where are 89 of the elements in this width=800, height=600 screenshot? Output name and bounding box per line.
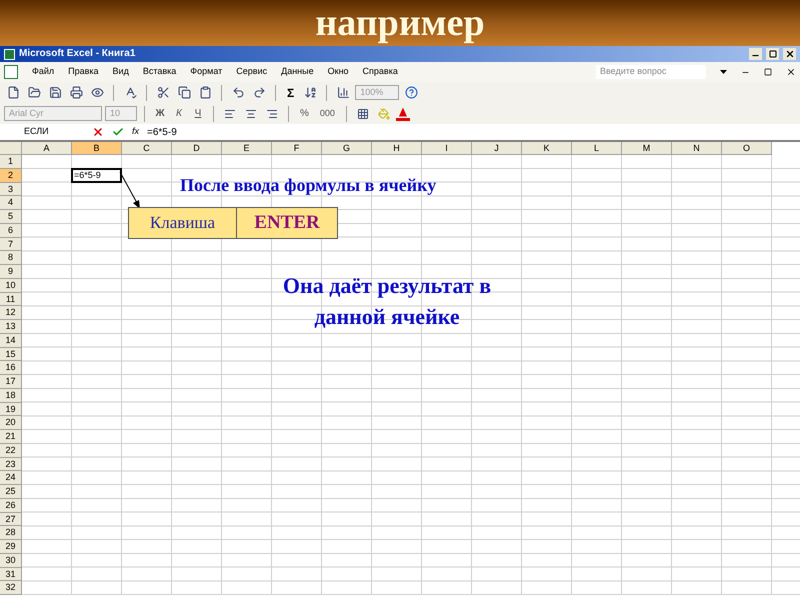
row-header[interactable]: 31 (0, 568, 22, 582)
window-title: Microsoft Excel - Книга1 (19, 49, 136, 59)
row-header[interactable]: 16 (0, 361, 22, 375)
row-header[interactable]: 2 (0, 168, 22, 182)
row-header[interactable]: 12 (0, 306, 22, 320)
row-header[interactable]: 23 (0, 458, 22, 472)
help-field[interactable]: Введите вопрос (596, 65, 706, 79)
column-header[interactable]: K (522, 142, 572, 155)
row-header[interactable]: 7 (0, 238, 22, 252)
enter-icon (112, 126, 124, 138)
row-header[interactable]: 32 (0, 581, 22, 595)
key-label: Клавиша (129, 208, 237, 238)
row-header[interactable]: 27 (0, 512, 22, 526)
cell-area[interactable] (22, 155, 800, 595)
menu-item[interactable]: Формат (190, 65, 222, 79)
menu-item[interactable]: Файл (32, 65, 54, 79)
row-header[interactable]: 4 (0, 196, 22, 210)
row-header[interactable]: 11 (0, 292, 22, 306)
column-header[interactable]: A (22, 142, 72, 155)
thousands-button[interactable]: 000 (316, 106, 339, 120)
row-header[interactable]: 6 (0, 224, 22, 238)
caption-text: После ввода формулы в ячейку (180, 174, 436, 197)
column-header[interactable]: B (72, 142, 122, 155)
column-header[interactable]: M (622, 142, 672, 155)
column-header[interactable]: O (722, 142, 772, 155)
row-header[interactable]: 19 (0, 402, 22, 416)
row-header[interactable]: 29 (0, 540, 22, 554)
restore-button[interactable] (766, 48, 779, 60)
menu-item[interactable]: Окно (328, 65, 349, 79)
column-header[interactable]: J (472, 142, 522, 155)
column-header[interactable]: N (672, 142, 722, 155)
slide-title: например (315, 4, 485, 42)
row-header[interactable]: 14 (0, 334, 22, 348)
name-box[interactable]: ЕСЛИ (4, 125, 84, 139)
row-header[interactable]: 5 (0, 210, 22, 224)
font-color-icon[interactable] (396, 106, 410, 120)
function-button[interactable]: fx (132, 125, 140, 139)
row-header[interactable]: 21 (0, 430, 22, 444)
percent-button[interactable]: % (296, 106, 313, 121)
row-header[interactable]: 3 (0, 182, 22, 196)
menu-item[interactable]: Вид (112, 65, 129, 79)
restore-icon (764, 68, 772, 76)
document-icon[interactable] (4, 65, 18, 79)
cancel-icon (92, 126, 104, 138)
row-header[interactable]: 25 (0, 485, 22, 499)
row-header[interactable]: 26 (0, 498, 22, 512)
row-header[interactable]: 30 (0, 554, 22, 568)
menu-item[interactable]: Вставка (142, 65, 176, 79)
column-header[interactable]: F (272, 142, 322, 155)
corner-cell (0, 142, 22, 155)
row-header[interactable]: 17 (0, 375, 22, 389)
arrow (118, 170, 142, 210)
column-header[interactable]: E (222, 142, 272, 155)
autosum-button[interactable]: Σ (283, 84, 298, 102)
row-header[interactable]: 24 (0, 471, 22, 485)
active-cell[interactable]: =6*5-9 (71, 168, 122, 183)
row-header[interactable]: 28 (0, 526, 22, 540)
row-header[interactable]: 9 (0, 265, 22, 279)
row-header[interactable]: 8 (0, 251, 22, 265)
menu-item[interactable]: Справка (362, 65, 398, 79)
column-header[interactable]: C (122, 142, 172, 155)
row-header[interactable]: 1 (0, 155, 22, 169)
row-header[interactable]: 15 (0, 348, 22, 362)
dropdown-icon[interactable] (720, 70, 727, 74)
row-header[interactable]: 22 (0, 444, 22, 458)
menu-item[interactable]: Сервис (236, 65, 268, 79)
excel-icon (4, 48, 15, 60)
column-header[interactable]: H (372, 142, 422, 155)
row-header[interactable]: 20 (0, 416, 22, 430)
column-header[interactable]: L (572, 142, 622, 155)
close-icon (786, 67, 796, 77)
row-header[interactable]: 18 (0, 388, 22, 402)
row-header[interactable]: 10 (0, 278, 22, 292)
style-button[interactable]: Ж (152, 106, 168, 121)
close-button[interactable] (783, 48, 796, 60)
menu-item[interactable]: Данные (281, 65, 314, 79)
column-header[interactable]: D (172, 142, 222, 155)
formula-field[interactable]: =6*5-9 (147, 124, 796, 140)
row-header[interactable]: 13 (0, 320, 22, 334)
key-name: ENTER (253, 210, 321, 235)
column-header[interactable]: G (322, 142, 372, 155)
result-text: Она даёт результат в данной ячейке (282, 272, 492, 331)
menu-item[interactable]: Правка (68, 65, 99, 79)
style-button[interactable]: К (171, 106, 187, 121)
minimize-button[interactable] (749, 48, 762, 60)
style-button[interactable]: Ч (190, 106, 206, 121)
close-icon (784, 49, 794, 59)
column-header[interactable]: I (422, 142, 472, 155)
restore-icon (768, 50, 776, 58)
